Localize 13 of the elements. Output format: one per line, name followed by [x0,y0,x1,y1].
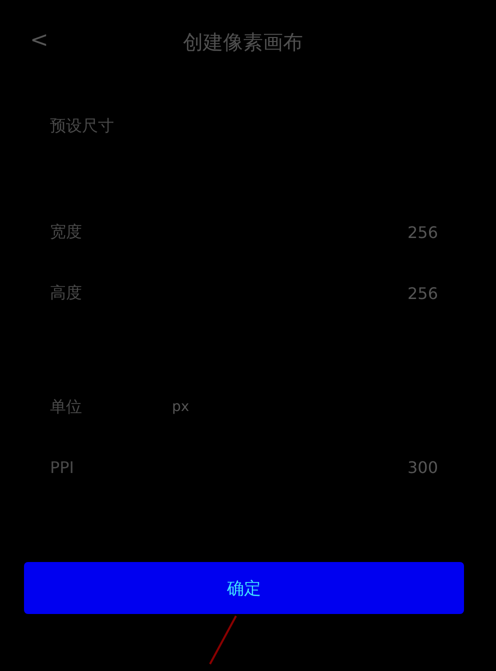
field-label: PPI [50,458,74,476]
page-title: 创建像素画布 [183,28,303,56]
field-value[interactable]: 256 [407,284,438,302]
unit-value[interactable]: px [172,399,190,415]
field-label: 单位 [50,396,82,418]
annotation-line [208,614,238,666]
field-label: 宽度 [50,222,82,242]
confirm-button[interactable]: 确定 [24,562,464,614]
field-label: 高度 [50,282,82,304]
field-value[interactable]: 256 [407,222,438,242]
preset-size-label[interactable]: 预设尺寸 [50,116,114,136]
field-value[interactable]: 300 [407,458,438,476]
back-button[interactable]: < [30,28,48,53]
